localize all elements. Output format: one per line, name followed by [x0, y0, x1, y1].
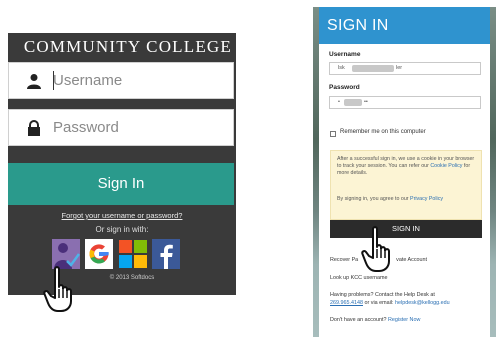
facebook-icon [152, 239, 180, 269]
privacy-notice-part: By signing in, you agree to our [337, 196, 411, 202]
screenshot-stage: COMMUNITY COLLEGE Username Password Sign… [0, 0, 498, 339]
lookup-username-link[interactable]: Look up KCC username [330, 275, 388, 281]
help-mid-text: or via email: [362, 300, 396, 306]
help-email-link[interactable]: helpdesk@kellogg.edu [395, 300, 450, 306]
password-label: Password [329, 84, 360, 91]
forgot-credentials-link[interactable]: Forgot your username or password? [8, 211, 236, 220]
microsoft-icon [119, 240, 147, 268]
redacted-password [344, 99, 362, 106]
sign-in-card: SIGN IN Username lsk ler Password • •• R… [319, 7, 490, 337]
sign-in-button[interactable]: Sign In [8, 163, 234, 205]
password-mask-start: • [338, 99, 340, 105]
username-placeholder: Username [53, 72, 123, 89]
pointer-hand-cursor-icon [43, 266, 72, 312]
or-sign-in-with-label: Or sign in with: [95, 225, 149, 234]
password-input[interactable]: Password [8, 109, 234, 146]
cookie-policy-link[interactable]: Cookie Policy [430, 163, 462, 169]
register-now-link[interactable]: Register Now [388, 317, 420, 323]
password-field[interactable]: • •• [329, 96, 481, 109]
username-field[interactable]: lsk ler [329, 62, 481, 75]
privacy-policy-link[interactable]: Privacy Policy [410, 196, 443, 202]
kellogg-login-panel: SIGN IN Username lsk ler Password • •• R… [313, 7, 496, 337]
user-icon [27, 74, 41, 89]
cookie-notice-text: After a successful sign in, we use a coo… [337, 156, 479, 178]
help-desk-contact: 269.965.4148 or via email: helpdesk@kell… [330, 300, 450, 306]
sign-in-header: SIGN IN [319, 7, 490, 44]
lock-icon [28, 120, 40, 136]
google-sign-in-button[interactable] [85, 239, 113, 269]
pointer-hand-cursor-icon [361, 226, 390, 272]
password-mask-end: •• [364, 99, 368, 105]
google-icon [85, 239, 113, 269]
help-phone-link[interactable]: 269.965.4148 [330, 300, 363, 306]
recover-text-start: Recover Pa [330, 257, 359, 263]
microsoft-sign-in-button[interactable] [119, 239, 147, 269]
redacted-username [352, 65, 394, 72]
username-input[interactable]: Username [8, 62, 234, 99]
username-value-end: ler [396, 65, 403, 71]
no-account-text: Don't have an account? [330, 317, 388, 323]
username-value-start: lsk [338, 65, 345, 71]
privacy-notice-text: By signing in, you agree to our Privacy … [337, 196, 479, 203]
sign-in-submit-button[interactable]: SIGN IN [330, 220, 482, 238]
remember-me-checkbox[interactable] [330, 131, 336, 137]
username-label: Username [329, 51, 361, 58]
help-desk-text: Having problems? Contact the Help Desk a… [330, 292, 435, 298]
college-name-heading: COMMUNITY COLLEGE [23, 37, 232, 56]
remember-me-label: Remember me on this computer [340, 129, 426, 135]
cookie-notice-box: After a successful sign in, we use a coo… [330, 150, 482, 220]
register-prompt: Don't have an account? Register Now [330, 317, 420, 323]
facebook-sign-in-button[interactable] [152, 239, 180, 269]
community-college-login-panel: COMMUNITY COLLEGE Username Password Sign… [8, 33, 236, 295]
password-placeholder: Password [53, 119, 119, 136]
